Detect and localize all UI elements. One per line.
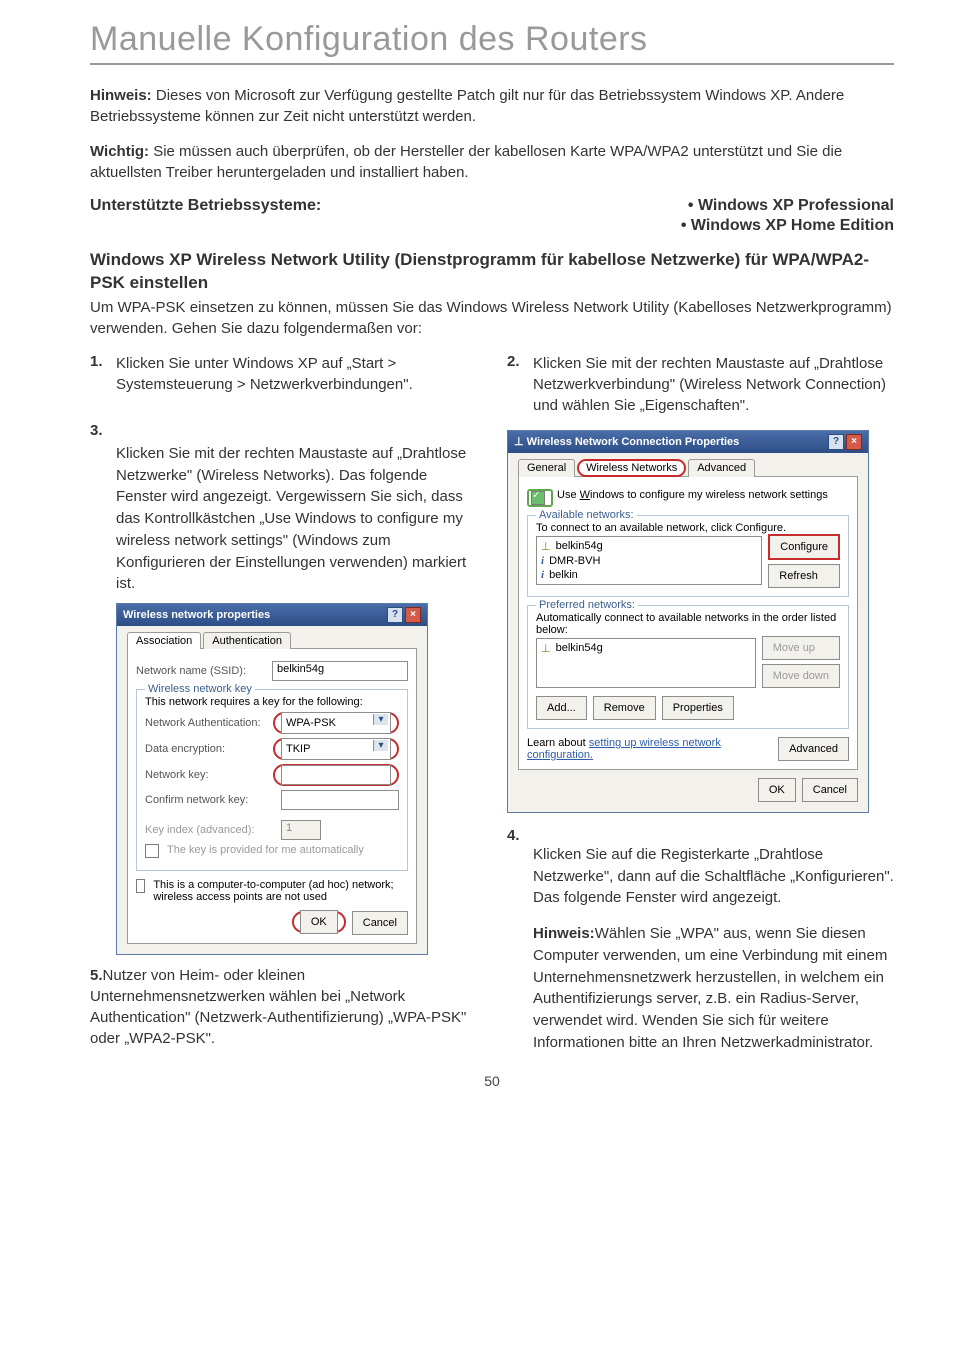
configure-button[interactable]: Configure (768, 534, 840, 560)
autokey-checkbox (145, 844, 159, 858)
ok-circle-annotation: OK (292, 911, 346, 933)
learn-pre: Learn about (527, 737, 589, 749)
ok-button[interactable]: OK (758, 778, 796, 802)
tab-wireless-networks[interactable]: Wireless Networks (577, 459, 686, 477)
ssid-label: Network name (SSID): (136, 665, 266, 677)
step2-text: Klicken Sie mit der rechten Maustaste au… (533, 353, 894, 416)
hinweis-paragraph: Hinweis: Dieses von Microsoft zur Verfüg… (90, 85, 894, 127)
preferred-networks-list[interactable]: ⊥belkin54g (536, 638, 756, 688)
preferred-note: Automatically connect to available netwo… (536, 612, 840, 636)
ok-button[interactable]: OK (300, 910, 338, 934)
step4-text: Klicken Sie auf die Registerkarte „Draht… (533, 844, 894, 909)
info-icon: i (541, 555, 544, 567)
add-button[interactable]: Add... (536, 696, 587, 720)
step1-text: Klicken Sie unter Windows XP auf „Start … (116, 353, 477, 395)
info-icon: i (541, 569, 544, 581)
available-networks-list[interactable]: ⊥belkin54g iDMR-BVH ibelkin (536, 536, 762, 585)
os-item-2: • Windows XP Home Edition (681, 217, 894, 235)
step5-num: 5. (90, 967, 103, 984)
signal-icon: ⊥ (541, 642, 551, 655)
dialog1-titlebar-icons: ?× (385, 607, 421, 623)
checkbox-annotation (527, 489, 553, 507)
confirm-input[interactable] (281, 790, 399, 810)
help-icon[interactable]: ? (828, 434, 844, 450)
netkey-circle-annotation (273, 764, 399, 786)
connection-properties-dialog: ⊥ Wireless Network Connection Properties… (507, 430, 869, 813)
adhoc-checkbox[interactable] (136, 879, 145, 893)
available-legend: Available networks: (536, 509, 637, 521)
antenna-icon: ⊥ (514, 436, 524, 448)
close-icon[interactable]: × (846, 434, 862, 450)
hinweis-label: Hinweis: (90, 87, 152, 104)
tab-authentication[interactable]: Authentication (203, 632, 291, 649)
hint2-label: Hinweis: (533, 925, 595, 942)
hint2-text: Wählen Sie „WPA" aus, wenn Sie diesen Co… (533, 925, 887, 1051)
enc-select[interactable]: TKIP (281, 738, 391, 760)
section-intro: Um WPA-PSK einsetzen zu können, müssen S… (90, 297, 894, 339)
list-item: ibelkin (539, 568, 759, 582)
signal-icon: ⊥ (541, 540, 551, 553)
auth-label: Network Authentication: (145, 717, 267, 729)
cancel-button[interactable]: Cancel (802, 778, 858, 802)
moveup-button: Move up (762, 636, 840, 660)
wichtig-text: Sie müssen auch überprüfen, ob der Herst… (90, 143, 842, 181)
help-icon[interactable]: ? (387, 607, 403, 623)
dialog2-titlebar-icons: ?× (826, 434, 862, 450)
confirm-label: Confirm network key: (145, 794, 275, 806)
step5-paragraph: 5.Nutzer von Heim- oder kleinen Unterneh… (90, 965, 477, 1049)
wireless-key-legend: Wireless network key (145, 683, 255, 695)
netkey-input[interactable] (281, 765, 391, 785)
advanced-button[interactable]: Advanced (778, 737, 849, 761)
ssid-input[interactable]: belkin54g (272, 661, 408, 681)
os-heading: Unterstützte Betriebssysteme: (90, 197, 321, 215)
remove-button[interactable]: Remove (593, 696, 656, 720)
use-windows-label: Use Windows to configure my wireless net… (557, 489, 828, 501)
refresh-button[interactable]: Refresh (768, 564, 840, 588)
use-windows-checkbox[interactable] (531, 491, 545, 505)
available-note: To connect to an available network, clic… (536, 522, 840, 534)
step1-num: 1. (90, 353, 108, 395)
close-icon[interactable]: × (405, 607, 421, 623)
auth-select[interactable]: WPA-PSK (281, 712, 391, 734)
auth-circle-annotation: WPA-PSK (273, 712, 399, 734)
hinweis-text: Dieses von Microsoft zur Verfügung geste… (90, 87, 844, 125)
dialog2-title: Wireless Network Connection Properties (527, 436, 740, 448)
step3-num: 3. (90, 422, 108, 439)
wireless-properties-dialog: Wireless network properties ?× Associati… (116, 603, 428, 955)
list-item: ⊥belkin54g (539, 539, 759, 554)
netkey-label: Network key: (145, 769, 267, 781)
movedown-button: Move down (762, 664, 840, 688)
step2-num: 2. (507, 353, 525, 416)
tab-advanced[interactable]: Advanced (688, 459, 755, 477)
preferred-legend: Preferred networks: (536, 599, 638, 611)
os-item-1: • Windows XP Professional (688, 197, 894, 215)
title-rule (90, 63, 894, 65)
cancel-button[interactable]: Cancel (352, 911, 408, 935)
wireless-key-note: This network requires a key for the foll… (145, 696, 399, 708)
tab-general[interactable]: General (518, 459, 575, 477)
list-item: iDMR-BVH (539, 554, 759, 568)
wichtig-label: Wichtig: (90, 143, 149, 160)
tab-association[interactable]: Association (127, 632, 201, 649)
adhoc-label: This is a computer-to-computer (ad hoc) … (153, 879, 408, 903)
list-item: ⊥belkin54g (539, 641, 753, 656)
properties-button[interactable]: Properties (662, 696, 734, 720)
autokey-label: The key is provided for me automatically (167, 844, 364, 856)
page-number: 50 (90, 1073, 894, 1089)
step5-text: Nutzer von Heim- oder kleinen Unternehme… (90, 967, 466, 1047)
enc-circle-annotation: TKIP (273, 738, 399, 760)
step3-text: Klicken Sie mit der rechten Maustaste au… (116, 443, 477, 595)
keyidx-label: Key index (advanced): (145, 824, 275, 836)
section-heading: Windows XP Wireless Network Utility (Die… (90, 249, 894, 295)
page-title: Manuelle Konfiguration des Routers (90, 20, 894, 59)
step4-num: 4. (507, 827, 525, 844)
dialog1-title: Wireless network properties (123, 609, 270, 621)
enc-label: Data encryption: (145, 743, 267, 755)
keyidx-input: 1 (281, 820, 321, 840)
wichtig-paragraph: Wichtig: Sie müssen auch überprüfen, ob … (90, 141, 894, 183)
